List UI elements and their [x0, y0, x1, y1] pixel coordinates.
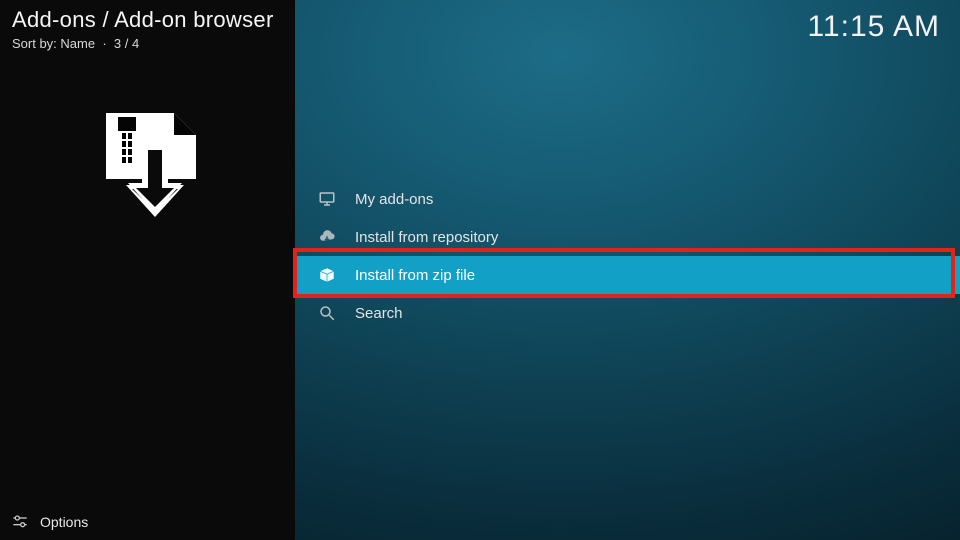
menu-item-install-repository[interactable]: Install from repository — [295, 218, 960, 256]
list-position: 3 / 4 — [114, 36, 139, 51]
monitor-icon — [317, 189, 337, 209]
options-button[interactable]: Options — [10, 512, 88, 532]
sort-label: Sort by: — [12, 36, 57, 51]
menu-item-search[interactable]: Search — [295, 294, 960, 332]
menu-item-label: Install from zip file — [355, 267, 475, 284]
search-icon — [317, 303, 337, 323]
sort-line: Sort by: Name · 3 / 4 — [0, 33, 295, 51]
menu-item-label: Search — [355, 305, 403, 322]
sidebar: Add-ons / Add-on browser Sort by: Name ·… — [0, 0, 295, 540]
menu-list: My add-ons Install from repository Insta… — [295, 180, 960, 332]
options-label: Options — [40, 514, 88, 530]
cloud-download-icon — [317, 227, 337, 247]
menu-item-label: Install from repository — [355, 229, 498, 246]
menu-item-label: My add-ons — [355, 191, 433, 208]
breadcrumb: Add-ons / Add-on browser — [0, 0, 295, 33]
zip-file-download-icon — [79, 107, 217, 232]
main-panel: 11:15 AM My add-ons Install from reposit… — [295, 0, 960, 540]
sort-value: Name — [60, 36, 95, 51]
menu-item-my-addons[interactable]: My add-ons — [295, 180, 960, 218]
settings-sliders-icon — [10, 512, 30, 532]
box-icon — [317, 265, 337, 285]
clock: 11:15 AM — [807, 10, 940, 44]
menu-item-install-zip[interactable]: Install from zip file — [295, 256, 960, 294]
